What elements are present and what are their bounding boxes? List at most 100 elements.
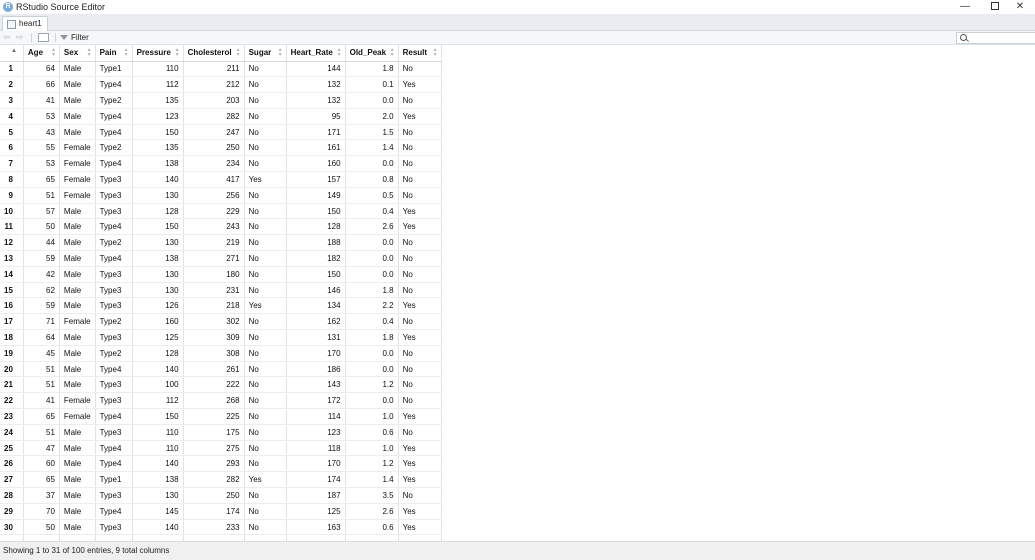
search-box[interactable]	[956, 32, 1035, 44]
table-cell: 51	[23, 187, 60, 204]
table-cell: 160	[286, 155, 346, 173]
search-input[interactable]	[970, 33, 1030, 42]
table-row[interactable]: 9 51 Female Type3 130 256 No 149 0.5 No	[0, 187, 442, 204]
table-cell: 140	[132, 171, 184, 188]
table-row[interactable]: 7 53 Female Type4 138 234 No 160 0.0 No	[0, 155, 442, 173]
table-row[interactable]: 24 51 Male Type3 110 175 No 123 0.6 No	[0, 424, 442, 441]
table-row[interactable]: 4 53 Male Type4 123 282 No 95 2.0 Yes	[0, 108, 442, 125]
table-row[interactable]: 16 59 Male Type3 126 218 Yes 134 2.2 Yes	[0, 297, 442, 315]
table-cell: 110	[132, 440, 184, 457]
table-cell: 45	[23, 345, 60, 362]
table-cell: 64	[23, 329, 60, 346]
table-row[interactable]: 25 47 Male Type4 110 275 No 118 1.0 Yes	[0, 440, 442, 457]
table-row[interactable]: 12 44 Male Type2 130 219 No 188 0.0 No	[0, 234, 442, 252]
table-cell: No	[398, 487, 442, 504]
table-row[interactable]: 3 41 Male Type2 135 203 No 132 0.0 No	[0, 92, 442, 109]
table-cell: 144	[286, 61, 346, 78]
table-cell: 211	[183, 61, 245, 78]
table-cell: No	[398, 282, 442, 299]
table-row[interactable]: 29 70 Male Type4 145 174 No 125 2.6 Yes	[0, 503, 442, 520]
table-cell: Male	[59, 455, 96, 473]
table-cell: Female	[59, 155, 96, 173]
table-cell: Type3	[95, 187, 133, 204]
table-cell: 118	[286, 440, 346, 457]
close-button[interactable]: ✕	[1005, 0, 1035, 14]
table-cell: 57	[23, 203, 60, 220]
table-cell: No	[398, 171, 442, 188]
table-cell: 140	[132, 455, 184, 473]
table-row[interactable]: 30 50 Male Type3 140 233 No 163 0.6 Yes	[0, 519, 442, 536]
minimize-button[interactable]: —	[950, 0, 980, 14]
table-cell: Type3	[95, 266, 133, 283]
table-cell: No	[244, 440, 287, 457]
status-bar: Showing 1 to 31 of 100 entries, 9 total …	[0, 541, 1035, 560]
table-row[interactable]: 6 55 Female Type2 135 250 No 161 1.4 No	[0, 139, 442, 157]
table-row[interactable]: 13 59 Male Type4 138 271 No 182 0.0 No	[0, 250, 442, 267]
table-row[interactable]: 20 51 Male Type4 140 261 No 186 0.0 No	[0, 361, 442, 378]
forward-arrow-icon[interactable]: ⇨	[16, 32, 24, 43]
table-cell: 37	[23, 487, 60, 504]
table-cell: Male	[59, 234, 96, 252]
table-cell: 123	[132, 108, 184, 125]
table-cell: No	[244, 313, 287, 331]
table-cell: Male	[59, 345, 96, 362]
table-row[interactable]: 19 45 Male Type2 128 308 No 170 0.0 No	[0, 345, 442, 362]
table-cell: 132	[286, 92, 346, 109]
table-cell: No	[398, 92, 442, 109]
column-header-pressure[interactable]: Pressure ▲ ▼	[132, 45, 184, 62]
table-cell: No	[398, 61, 442, 78]
table-cell: 1.4	[345, 471, 399, 489]
table-cell: 231	[183, 282, 245, 299]
table-row[interactable]: 26 60 Male Type4 140 293 No 170 1.2 Yes	[0, 455, 442, 473]
filter-button[interactable]: Filter	[60, 31, 89, 44]
table-cell: 0.8	[345, 171, 399, 188]
table-row[interactable]: 1 64 Male Type1 110 211 No 144 1.8 No	[0, 61, 442, 78]
column-header-old-peak[interactable]: Old_Peak ▲ ▼	[345, 45, 399, 62]
table-cell: 0.0	[345, 392, 399, 410]
table-cell: 261	[183, 361, 245, 378]
table-row[interactable]: 10 57 Male Type3 128 229 No 150 0.4 Yes	[0, 203, 442, 220]
table-cell: Type3	[95, 203, 133, 220]
table-row[interactable]: 22 41 Female Type3 112 268 No 172 0.0 No	[0, 392, 442, 410]
table-row[interactable]: 17 71 Female Type2 160 302 No 162 0.4 No	[0, 313, 442, 331]
table-row[interactable]: 11 50 Male Type4 150 243 No 128 2.6 Yes	[0, 218, 442, 236]
table-cell: 186	[286, 361, 346, 378]
table-cell: Type3	[95, 297, 133, 315]
column-header-heart-rate[interactable]: Heart_Rate ▲ ▼	[286, 45, 346, 62]
column-header-label: Sex	[63, 48, 79, 58]
table-cell: 293	[183, 455, 245, 473]
table-cell: 65	[23, 471, 60, 489]
table-cell: 0.5	[345, 187, 399, 204]
column-header-cholesterol[interactable]: Cholesterol ▲ ▼	[183, 45, 245, 62]
table-row[interactable]: 5 43 Male Type4 150 247 No 171 1.5 No	[0, 124, 442, 141]
table-row[interactable]: 2 66 Male Type4 112 212 No 132 0.1 Yes	[0, 76, 442, 94]
table-cell: 229	[183, 203, 245, 220]
tab-heart1[interactable]: heart1	[2, 16, 48, 31]
popout-window-icon[interactable]	[38, 33, 49, 42]
table-cell: Type3	[95, 329, 133, 346]
table-cell: 50	[23, 519, 60, 536]
back-arrow-icon[interactable]: ⇦	[3, 32, 11, 43]
column-header-sugar[interactable]: Sugar ▲ ▼	[244, 45, 287, 62]
column-header-result[interactable]: Result ▲ ▼	[398, 45, 442, 62]
table-row[interactable]: 8 65 Female Type3 140 417 Yes 157 0.8 No	[0, 171, 442, 188]
table-cell: Yes	[244, 297, 287, 315]
column-header-age[interactable]: Age ▲ ▼	[23, 45, 60, 62]
column-header-pain[interactable]: Pain ▲ ▼	[95, 45, 133, 62]
table-cell: 51	[23, 424, 60, 441]
table-row[interactable]: 15 62 Male Type3 130 231 No 146 1.8 No	[0, 282, 442, 299]
table-row[interactable]: 28 37 Male Type3 130 250 No 187 3.5 No	[0, 487, 442, 504]
table-row[interactable]: 23 65 Female Type4 150 225 No 114 1.0 Yes	[0, 408, 442, 425]
table-cell: 112	[132, 392, 184, 410]
table-cell: 0.0	[345, 345, 399, 362]
table-row[interactable]: 18 64 Male Type3 125 309 No 131 1.8 Yes	[0, 329, 442, 346]
table-cell: No	[244, 203, 287, 220]
row-number-header[interactable]: ▲	[0, 45, 24, 62]
column-header-sex[interactable]: Sex ▲ ▼	[59, 45, 96, 62]
table-row[interactable]: 14 42 Male Type3 130 180 No 150 0.0 No	[0, 266, 442, 283]
table-row[interactable]: 21 51 Male Type3 100 222 No 143 1.2 No	[0, 376, 442, 394]
table-cell: 162	[286, 313, 346, 331]
table-row[interactable]: 27 65 Male Type1 138 282 Yes 174 1.4 Yes	[0, 471, 442, 489]
table-cell: 0.0	[345, 266, 399, 283]
column-header-label: Cholesterol	[187, 48, 232, 58]
